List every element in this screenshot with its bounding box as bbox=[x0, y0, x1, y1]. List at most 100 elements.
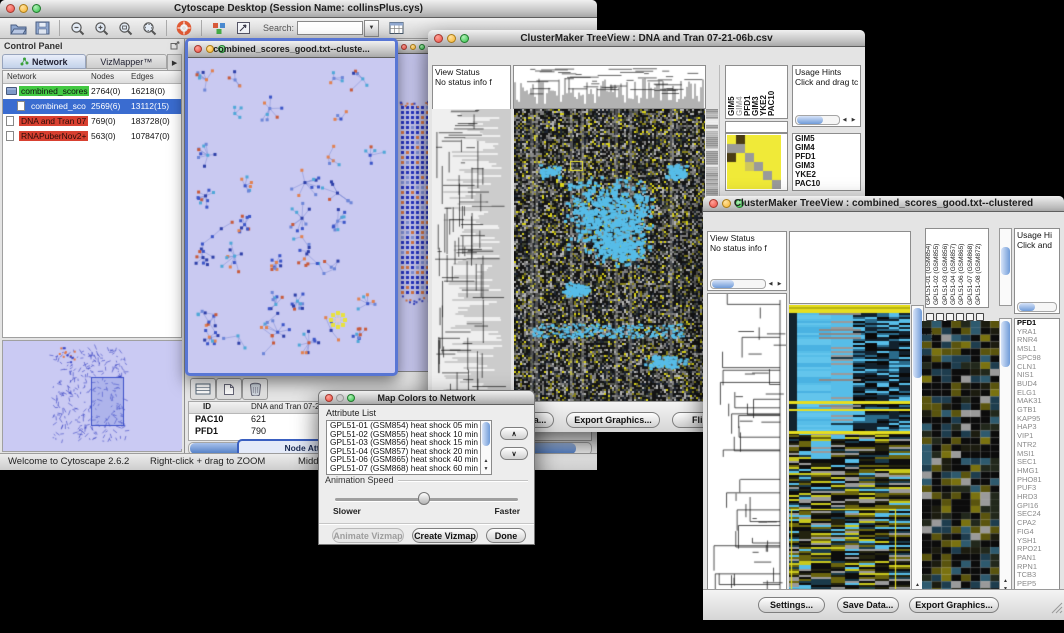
tab-network[interactable]: Network bbox=[2, 54, 86, 69]
network-titlebar[interactable]: combined_scores_good.txt--cluste... bbox=[188, 41, 395, 58]
network-nodes: 563(0) bbox=[91, 131, 116, 141]
tab-network-label: Network bbox=[32, 57, 68, 67]
col-network[interactable]: Network bbox=[7, 72, 36, 81]
zoom-selected-button[interactable] bbox=[137, 19, 161, 37]
move-up-button[interactable]: ∧ bbox=[500, 427, 528, 440]
tab-vizmapper[interactable]: VizMapper™ bbox=[86, 54, 168, 69]
scrollbar-thumb[interactable] bbox=[482, 422, 490, 446]
export-graphics-button[interactable]: Export Graphics... bbox=[909, 597, 999, 613]
usage-hints-scrollbar[interactable]: ◀▶ bbox=[795, 115, 858, 125]
dialog-divider bbox=[319, 523, 534, 524]
usage-hints-scrollbar[interactable] bbox=[1017, 302, 1057, 312]
toolbar-separator bbox=[59, 20, 60, 36]
row-dendrogram-canvas[interactable] bbox=[432, 109, 511, 413]
close-button[interactable] bbox=[401, 44, 407, 50]
matrix-row-label: GIM3 bbox=[793, 161, 860, 170]
global-heatmap-canvas[interactable] bbox=[789, 305, 910, 600]
treeview1-titlebar[interactable]: ClusterMaker TreeView : DNA and Tran 07-… bbox=[428, 30, 865, 47]
open-file-button[interactable] bbox=[6, 19, 30, 37]
view-status-scrollbar[interactable]: ◀▶ bbox=[710, 279, 784, 289]
scrollbar-thumb[interactable] bbox=[913, 308, 922, 378]
map-colors-dialog: Map Colors to Network Attribute List GPL… bbox=[318, 390, 535, 545]
row-value: 790 bbox=[251, 426, 266, 436]
col-id[interactable]: ID bbox=[203, 402, 211, 411]
minimize-button[interactable] bbox=[410, 44, 416, 50]
matrix-row-label: PAC10 bbox=[793, 179, 860, 188]
view-status-body: No status info f bbox=[435, 77, 492, 87]
attribute-item[interactable]: GPL51-07 (GSM868) heat shock 60 min bbox=[327, 464, 480, 473]
zoom-fit-button[interactable] bbox=[113, 19, 137, 37]
network-view-window: combined_scores_good.txt--cluste... bbox=[185, 38, 398, 376]
scroll-down-icon[interactable]: ▼ bbox=[481, 466, 491, 474]
desktop: Cytoscape Desktop (Session Name: collins… bbox=[0, 0, 1064, 633]
resize-grip[interactable] bbox=[1051, 601, 1063, 619]
row-dendrogram-canvas[interactable] bbox=[708, 294, 786, 600]
help-button[interactable] bbox=[172, 19, 196, 37]
similarity-matrix-panel[interactable] bbox=[725, 133, 788, 191]
dialog-title: Map Colors to Network bbox=[319, 393, 534, 403]
attribute-browser-button[interactable] bbox=[385, 19, 409, 37]
network-list-row[interactable]: combined_sco2569(6)13112(15) bbox=[3, 99, 181, 114]
matrix-row-label: GIM4 bbox=[793, 143, 860, 152]
save-data-button[interactable]: Save Data... bbox=[837, 597, 899, 613]
network-canvas[interactable] bbox=[188, 58, 389, 367]
dialog-titlebar[interactable]: Map Colors to Network bbox=[319, 391, 534, 405]
scrollbar-thumb[interactable] bbox=[1001, 247, 1010, 275]
attribute-listbox[interactable]: GPL51-01 (GSM854) heat shock 05 minGPL51… bbox=[326, 420, 492, 475]
move-down-button[interactable]: ∨ bbox=[500, 447, 528, 460]
scroll-left-icon[interactable]: ◀ bbox=[766, 281, 775, 287]
scroll-up-icon[interactable]: ▲ bbox=[481, 458, 491, 466]
main-titlebar[interactable]: Cytoscape Desktop (Session Name: collins… bbox=[0, 0, 597, 18]
heatmap-canvas[interactable] bbox=[514, 109, 705, 413]
zoom-button[interactable] bbox=[419, 44, 425, 50]
done-button[interactable]: Done bbox=[486, 528, 526, 543]
settings-button[interactable]: Settings... bbox=[758, 597, 825, 613]
column-flag[interactable] bbox=[946, 313, 954, 321]
file-icon bbox=[6, 131, 14, 141]
network-list-row[interactable]: combined_scores2764(0)16218(0) bbox=[3, 84, 181, 99]
matrix-row-label: PFD1 bbox=[793, 152, 860, 161]
treeview2-titlebar[interactable]: ClusterMaker TreeView : combined_scores_… bbox=[703, 196, 1064, 212]
zoom-in-button[interactable] bbox=[89, 19, 113, 37]
select-attributes-button[interactable] bbox=[190, 378, 216, 400]
network-overview[interactable] bbox=[2, 340, 182, 452]
speed-slider-thumb[interactable] bbox=[418, 492, 430, 505]
overview-canvas[interactable] bbox=[3, 341, 182, 449]
column-flag[interactable] bbox=[926, 313, 934, 321]
column-flag[interactable] bbox=[936, 313, 944, 321]
similarity-matrix-canvas[interactable] bbox=[727, 135, 781, 189]
usage-hints-panel: Usage HiClick and bbox=[1014, 228, 1060, 314]
column-flag[interactable] bbox=[976, 313, 984, 321]
col-edges[interactable]: Edges bbox=[131, 72, 154, 81]
attribute-list-scrollbar[interactable]: ▲ ▼ bbox=[480, 421, 491, 474]
scroll-right-icon[interactable]: ▶ bbox=[775, 281, 784, 287]
network-list-row[interactable]: RNAPuberNov2+563(0)107847(0) bbox=[3, 129, 181, 144]
delete-attribute-button[interactable] bbox=[242, 378, 268, 400]
float-panel-icon[interactable] bbox=[170, 41, 180, 52]
row-dendrogram-panel[interactable] bbox=[707, 293, 787, 602]
annotation-button[interactable] bbox=[231, 19, 255, 37]
scrollbar-thumb[interactable] bbox=[1001, 321, 1010, 367]
search-dropdown-button[interactable]: ▼ bbox=[364, 20, 379, 37]
create-vizmap-button[interactable]: Create Vizmap bbox=[412, 528, 478, 543]
column-flag[interactable] bbox=[956, 313, 964, 321]
gene-list-scrollbar[interactable]: ▲ ▼ bbox=[999, 318, 1012, 596]
column-flag[interactable] bbox=[966, 313, 974, 321]
network-list-row[interactable]: DNA and Tran 07769(0)183728(0) bbox=[3, 114, 181, 129]
col-nodes[interactable]: Nodes bbox=[91, 72, 114, 81]
column-dendrogram-canvas[interactable] bbox=[513, 65, 706, 109]
zoom-out-icon bbox=[70, 21, 85, 36]
zoom-out-button[interactable] bbox=[65, 19, 89, 37]
tab-scroll-right-button[interactable]: ▶ bbox=[167, 54, 182, 71]
create-attribute-button[interactable] bbox=[216, 378, 242, 400]
vizmapper-button[interactable] bbox=[207, 19, 231, 37]
export-graphics-button[interactable]: Export Graphics... bbox=[566, 412, 660, 428]
scroll-up-icon[interactable]: ▲ bbox=[1000, 578, 1011, 586]
label-vscrollbar[interactable] bbox=[999, 228, 1012, 306]
zoom-heatmap-canvas[interactable] bbox=[922, 321, 1000, 595]
save-session-button[interactable] bbox=[30, 19, 54, 37]
scroll-left-icon[interactable]: ◀ bbox=[840, 117, 849, 123]
search-input[interactable] bbox=[297, 21, 363, 35]
treeview2-title: ClusterMaker TreeView : combined_scores_… bbox=[703, 198, 1064, 209]
scroll-right-icon[interactable]: ▶ bbox=[849, 117, 858, 123]
